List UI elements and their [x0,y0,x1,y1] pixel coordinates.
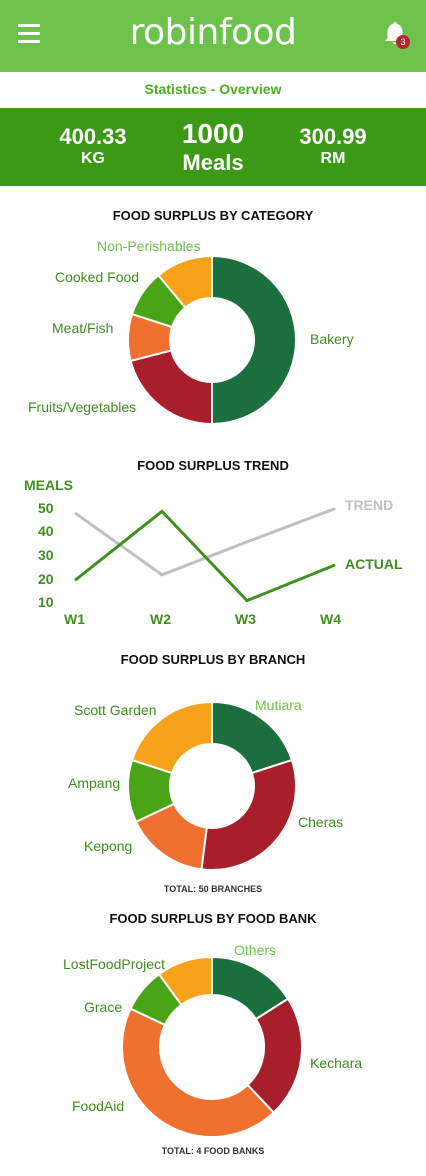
foodbank-label-others: Others [234,942,277,958]
trend-point-actual-w2 [160,509,164,513]
trend-legend-actual: ACTUAL [345,556,403,572]
trend-xtick-w1: W1 [64,611,85,627]
foodbank-label-foodaid: FoodAid [72,1098,125,1114]
trend-point-actual-w1 [74,578,78,581]
branch-slice-ampang [127,758,176,824]
trend-legend-trend: TREND [345,497,394,513]
trend-ylabel: MEALS [24,477,73,493]
branch-label-mutiara: Mutiara [255,697,302,713]
category-slice-fruits-vegetables [129,349,213,426]
trend-ytick-50: 50 [38,500,54,516]
summary-weight-value: 400.33 [59,124,127,149]
chart-title-trend: FOOD SURPLUS TREND [137,458,289,473]
trend-ytick-30: 30 [38,547,54,563]
foodbank-slice-foodaid [121,1007,276,1138]
app-logo: robinfood [129,12,297,53]
category-slice-meat-fish [127,312,174,363]
foodbank-label-kechara: Kechara [310,1055,363,1071]
branch-label-scott-garden: Scott Garden [74,702,157,718]
trend-series-trend [75,507,335,577]
notification-badge: 3 [396,35,410,49]
branch-label-ampang: Ampang [68,775,121,791]
category-slice-bakery [211,254,297,426]
branch-label-cheras: Cheras [298,814,344,830]
branch-slice-cheras [200,758,297,871]
summary-weight: 400.33 KG [28,124,158,168]
trend-point-actual-w3 [245,599,249,603]
foodbank-total: TOTAL: 4 FOOD BANKS [161,1146,265,1156]
trend-ytick-20: 20 [38,571,54,587]
chart-title-branch: FOOD SURPLUS BY BRANCH [120,652,306,667]
trend-point-trend-w2 [160,573,164,577]
chart-title-category: FOOD SURPLUS BY CATEGORY [112,208,314,223]
summary-meals-unit: Meals [182,150,244,175]
branch-total: TOTAL: 50 BRANCHES [163,884,263,894]
page-subtitle: Statistics - Overview [144,81,282,97]
summary-money-value: 300.99 [299,124,367,149]
trend-point-actual-w4 [332,563,336,567]
branch-slice-kepong [134,802,208,871]
foodbank-label-lostfoodproject: LostFoodProject [63,956,165,972]
trend-ytick-40: 40 [38,523,54,539]
summary-money: 300.99 RM [268,124,398,168]
summary-band: 400.33 KG 1000 Meals 300.99 RM [0,108,426,186]
trend-ytick-10: 10 [38,594,54,610]
trend-series-actual [75,509,335,603]
foodbank-slice-others [211,955,290,1021]
trend-xtick-w2: W2 [150,611,171,627]
foodbank-label-grace: Grace [84,999,123,1015]
foodbank-slice-lostfoodproject [157,955,213,1007]
foodbank-slice-kechara [246,997,303,1115]
category-label-fruits: Fruits/Vegetables [28,399,137,415]
summary-weight-unit: KG [81,150,105,167]
category-slice-cooked-food [130,273,187,329]
category-label-bakery: Bakery [310,331,354,347]
trend-point-trend-w1 [74,512,78,516]
category-label-meat: Meat/Fish [52,320,114,336]
category-label-nonperishables: Non-Perishables [97,238,201,254]
chart-title-foodbank: FOOD SURPLUS BY FOOD BANK [109,911,317,926]
branch-label-kepong: Kepong [84,838,133,854]
foodbank-slice-grace [129,972,183,1027]
app-header: robinfood 3 [0,0,426,72]
category-slice-non-perishables [157,254,213,310]
summary-meals-value: 1000 [181,118,245,149]
trend-xtick-w4: W4 [320,611,341,627]
category-label-cooked: Cooked Food [55,269,140,285]
summary-money-unit: RM [320,150,346,167]
trend-point-trend-w3 [245,540,249,544]
summary-meals: 1000 Meals [148,118,278,176]
trend-xtick-w3: W3 [235,611,256,627]
trend-point-trend-w4 [332,507,336,511]
